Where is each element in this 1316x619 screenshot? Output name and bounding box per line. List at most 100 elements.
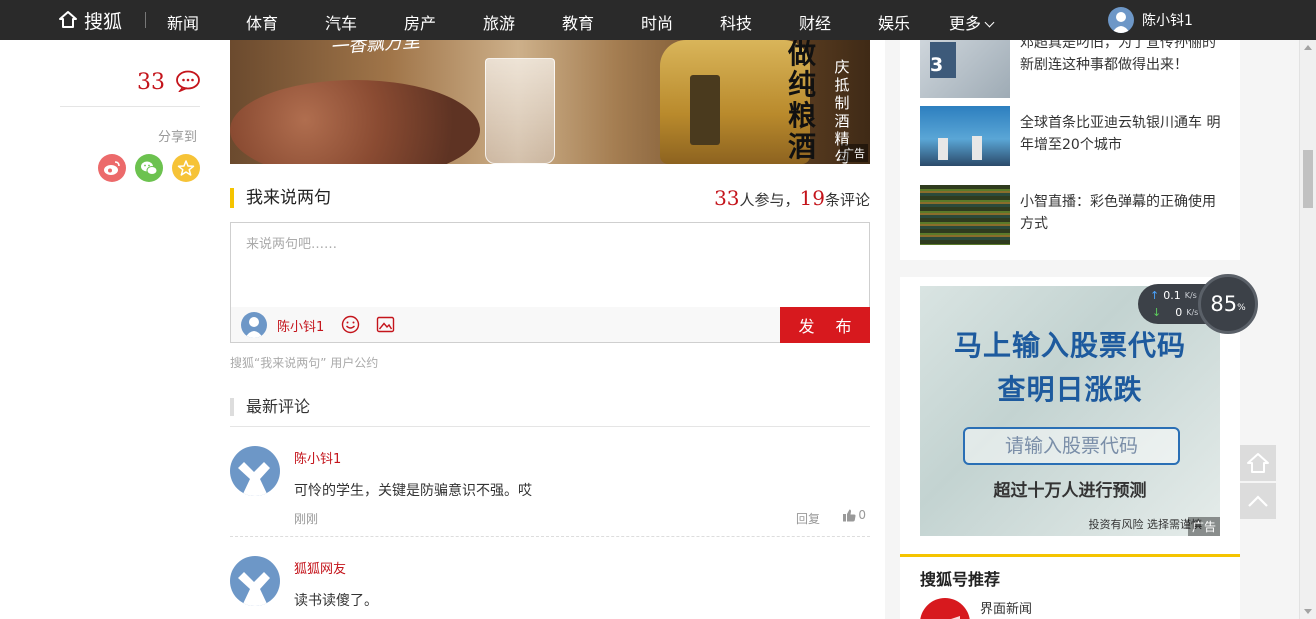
banner-jar-label <box>690 75 720 145</box>
divider <box>230 426 870 427</box>
download-speed: ↓ 0 K/s <box>1152 306 1198 319</box>
favorite-button[interactable] <box>172 154 200 182</box>
risk-disclaimer: 投资有风险 选择需谨慎 <box>1088 518 1203 531</box>
composer-username[interactable]: 陈小钭1 <box>277 316 324 335</box>
nav-item-auto[interactable]: 汽车 <box>325 10 357 34</box>
avatar[interactable] <box>230 556 280 606</box>
home-button[interactable] <box>1240 445 1276 481</box>
nav-item-finance[interactable]: 财经 <box>799 10 831 34</box>
share-label: 分享到 <box>158 130 198 145</box>
comment-time: 刚刚 <box>294 512 319 526</box>
comment-count[interactable]: 33 <box>137 70 165 95</box>
nav-item-entertainment[interactable]: 娱乐 <box>878 10 910 34</box>
news-thumb-figure <box>972 136 982 160</box>
banner-ad[interactable]: 一香飘万里 做纯粮酒 庆抵制酒精勾兑 广告 <box>230 40 870 164</box>
arrow-down-icon: ↓ <box>1152 306 1162 319</box>
user-agreement-link[interactable]: 搜狐“我来说两句” 用户公约 <box>230 354 378 371</box>
nav-item-house[interactable]: 房产 <box>404 10 436 34</box>
chevron-down-icon <box>984 17 995 28</box>
upload-speed-value: 0.1 <box>1163 289 1181 302</box>
stock-code-input[interactable]: 请输入股票代码 <box>963 427 1180 465</box>
nav-item-education[interactable]: 教育 <box>562 10 594 34</box>
nav-more-label: 更多 <box>949 14 982 33</box>
nav-item-fashion[interactable]: 时尚 <box>641 10 673 34</box>
nav-item-news[interactable]: 新闻 <box>167 10 199 34</box>
share-weibo-button[interactable] <box>98 154 126 182</box>
scroll-up-arrow[interactable] <box>1304 45 1312 50</box>
top-nav: 搜狐 新闻 体育 汽车 房产 旅游 教育 时尚 科技 财经 娱乐 更多 陈小钭1 <box>0 0 1316 40</box>
thumbs-up-icon <box>843 509 856 521</box>
user-menu[interactable]: 陈小钭1 <box>1108 7 1193 33</box>
news-thumbnail <box>920 185 1010 245</box>
ad-badge: 广告 <box>1187 517 1220 536</box>
home-icon <box>1247 453 1269 473</box>
news-item[interactable]: 3 邓超真是叼旧，为了宣传孙俪的新剧连这种事都做得出来！ <box>920 35 1230 98</box>
nav-more-menu[interactable]: 更多 <box>949 10 995 34</box>
chevron-up-icon <box>1248 495 1268 507</box>
news-title: 全球首条比亚迪云轨银川通车 明年增至20个城市 <box>1020 115 1221 153</box>
comment-author[interactable]: 狐狐网友 <box>294 558 346 577</box>
news-title: 小智直播：彩色弹幕的正确使用方式 <box>1020 194 1216 232</box>
recommend-title: 搜狐号推荐 <box>920 570 1001 589</box>
banner-headline: 做纯粮酒 <box>787 40 816 163</box>
upload-speed: ↑ 0.1 K/s <box>1150 289 1197 302</box>
logo-text: 搜狐 <box>84 10 123 33</box>
comment-input[interactable] <box>231 223 869 307</box>
right-sidebar: 3 邓超真是叼旧，为了宣传孙俪的新剧连这种事都做得出来！ 全球首条比亚迪云轨银川… <box>900 35 1240 619</box>
nav-item-travel[interactable]: 旅游 <box>483 10 515 34</box>
comment-author[interactable]: 陈小钭1 <box>294 448 341 467</box>
emoji-icon[interactable] <box>341 315 360 334</box>
back-to-top-button[interactable] <box>1240 483 1276 519</box>
comment-bubble-icon[interactable] <box>175 70 201 92</box>
memory-percent-unit: % <box>1237 303 1246 313</box>
latest-comments-title: 最新评论 <box>230 398 310 416</box>
ad-caption: 超过十万人进行预测 <box>993 481 1147 501</box>
divider <box>60 106 200 107</box>
comment-divider <box>230 536 870 537</box>
comments-label: 条评论 <box>824 191 870 209</box>
sohu-logo[interactable]: 搜狐 <box>58 8 123 33</box>
news-thumb-figure <box>938 138 948 160</box>
comment-stats: 33人参与，19条评论 <box>714 186 870 212</box>
comment-text: 读书读傻了。 <box>294 593 378 609</box>
comments-count: 19 <box>799 186 825 210</box>
share-wechat-button[interactable] <box>135 154 163 182</box>
download-speed-unit: K/s <box>1186 308 1199 317</box>
participants-label: 人参与， <box>739 191 800 209</box>
home-icon <box>59 11 77 28</box>
like-button[interactable]: 0 <box>842 508 866 522</box>
ad-headline: 马上输入股票代码 <box>953 329 1186 362</box>
section-gap <box>900 260 1240 277</box>
comment-item: 陈小钭1 可怜的学生，关键是防骗意识不强。哎 刚刚 回复 0 <box>230 446 870 536</box>
upload-speed-unit: K/s <box>1184 291 1197 300</box>
like-count: 0 <box>858 508 866 522</box>
publish-button[interactable]: 发 布 <box>780 307 870 343</box>
scrollbar-thumb[interactable] <box>1303 150 1313 208</box>
download-speed-value: 0 <box>1175 306 1183 319</box>
weibo-icon <box>104 161 120 175</box>
reply-button[interactable]: 回复 <box>796 510 820 527</box>
image-icon[interactable] <box>376 315 395 334</box>
news-item[interactable]: 小智直播：彩色弹幕的正确使用方式 <box>920 185 1230 245</box>
banner-tagline: 一香飘万里 <box>329 40 421 59</box>
arrow-up-icon: ↑ <box>1150 289 1160 302</box>
recommend-account-name[interactable]: 界面新闻 <box>980 598 1032 617</box>
participants-count: 33 <box>714 186 740 210</box>
nav-item-tech[interactable]: 科技 <box>720 10 752 34</box>
memory-gauge[interactable]: 85% <box>1198 274 1258 334</box>
divider <box>900 554 1240 557</box>
star-icon <box>177 160 195 176</box>
ad-subheadline: 查明日涨跌 <box>997 373 1143 406</box>
avatar[interactable] <box>920 598 970 619</box>
avatar <box>1108 7 1134 33</box>
memory-percent: 85 <box>1210 292 1238 316</box>
banner-grain-image <box>230 80 480 164</box>
comment-text: 可怜的学生，关键是防骗意识不强。哎 <box>294 483 532 499</box>
nav-item-sports[interactable]: 体育 <box>246 10 278 34</box>
scroll-down-arrow[interactable] <box>1304 609 1312 614</box>
vertical-scrollbar[interactable] <box>1299 40 1316 619</box>
news-item[interactable]: 全球首条比亚迪云轨银川通车 明年增至20个城市 <box>920 106 1230 166</box>
avatar[interactable] <box>230 446 280 496</box>
news-thumbnail: 3 <box>920 38 1010 98</box>
ad-badge: 广告 <box>840 144 868 162</box>
